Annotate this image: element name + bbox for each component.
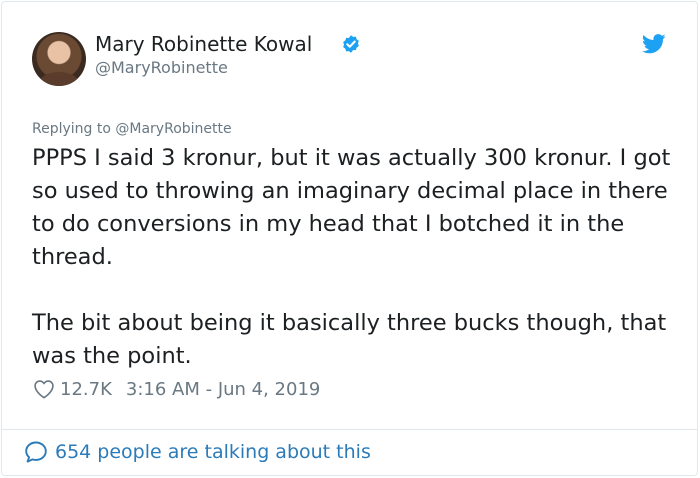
author-name[interactable]: Mary Robinette Kowal — [95, 32, 312, 56]
tweet-text: PPPS I said 3 kronur, but it was actuall… — [32, 145, 671, 369]
like-count[interactable]: 12.7K — [60, 379, 112, 400]
replying-to-line: Replying to @MaryRobinette — [32, 121, 232, 137]
conversation-count-text: 654 people are talking about this — [55, 441, 371, 463]
avatar[interactable] — [32, 32, 86, 86]
avatar-shoulders — [39, 72, 79, 86]
tweet-meta: 12.7K 3:16 AM - Jun 4, 2019 — [33, 377, 320, 401]
verified-badge-icon — [343, 35, 359, 53]
replying-to-handle[interactable]: @MaryRobinette — [115, 121, 231, 137]
replying-to-prefix: Replying to — [32, 121, 116, 137]
twitter-bird-icon[interactable] — [642, 34, 666, 54]
heart-icon[interactable] — [33, 379, 55, 399]
timestamp[interactable]: 3:16 AM - Jun 4, 2019 — [126, 379, 320, 400]
conversation-link[interactable]: 654 people are talking about this — [24, 440, 371, 464]
divider — [1, 429, 698, 430]
speech-bubble-icon — [25, 441, 47, 463]
author-handle[interactable]: @MaryRobinette — [95, 58, 228, 77]
